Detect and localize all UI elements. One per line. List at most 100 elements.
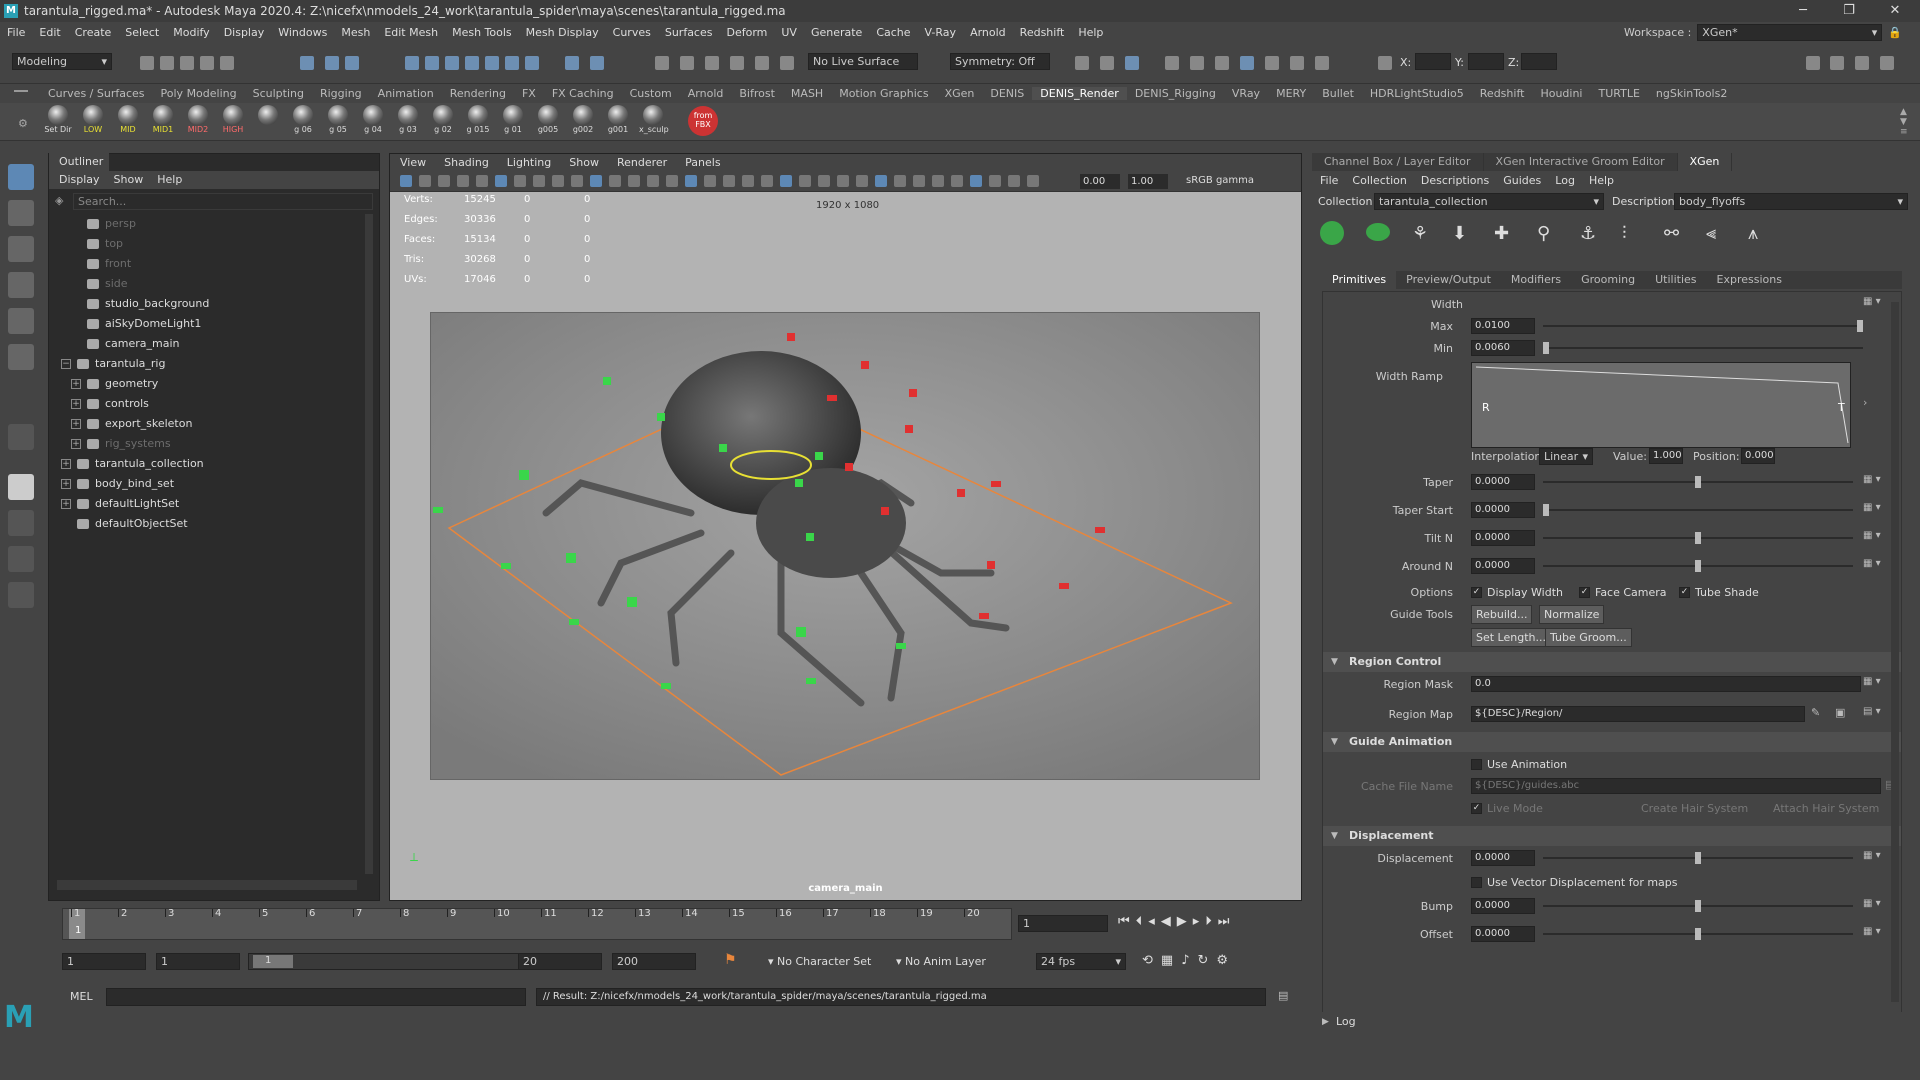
viewport-tool-icon-8[interactable] — [552, 175, 564, 187]
min-slider-knob[interactable] — [1543, 342, 1549, 354]
viewport-tool-icon-1[interactable] — [419, 175, 431, 187]
display-width-checkbox[interactable]: ✓ Display Width — [1471, 586, 1563, 599]
shelf-tab-motion-graphics[interactable]: Motion Graphics — [831, 87, 936, 100]
outliner-item-side[interactable]: side — [71, 274, 128, 294]
menu-cache[interactable]: Cache — [869, 26, 917, 39]
playback-start-field[interactable]: 1 — [156, 953, 240, 970]
menu-create[interactable]: Create — [68, 26, 119, 39]
taper-start-field[interactable]: 0.0000 — [1471, 502, 1535, 518]
shelf-tab-fx[interactable]: FX — [514, 87, 544, 100]
viewport-tool-icon-7[interactable] — [533, 175, 545, 187]
viewport-menu-show[interactable]: Show — [569, 154, 599, 172]
render-view-icon[interactable] — [1165, 56, 1179, 70]
rebuild-button[interactable]: Rebuild... — [1471, 605, 1533, 624]
use-vector-displacement-checkbox[interactable]: Use Vector Displacement for maps — [1471, 876, 1678, 889]
taper-slider-knob[interactable] — [1695, 476, 1701, 488]
shelf-button-g-03[interactable]: g 03 — [394, 105, 422, 139]
viewport-tool-icon-12[interactable] — [628, 175, 640, 187]
outliner-scrollbar[interactable] — [365, 214, 373, 874]
fbx-import-icon[interactable]: from FBX — [688, 106, 718, 136]
paint-brush-icon[interactable]: ✎ — [1811, 706, 1820, 719]
outliner-menu-display[interactable]: Display — [59, 171, 100, 189]
ramp-value-field[interactable]: 1.000 — [1649, 448, 1683, 464]
shelf-button-g-02[interactable]: g 02 — [429, 105, 457, 139]
shelf-tab-xgen[interactable]: XGen — [937, 87, 983, 100]
menu-curves[interactable]: Curves — [606, 26, 658, 39]
flip-guide-icon[interactable]: ⚲ — [1537, 223, 1550, 244]
loop-icon[interactable]: ⟲ — [1142, 953, 1161, 968]
tube-shade-checkbox[interactable]: ✓ Tube Shade — [1679, 586, 1759, 599]
subtab-expressions[interactable]: Expressions — [1707, 271, 1792, 289]
offset-field[interactable]: 0.0000 — [1471, 926, 1535, 942]
menu-select[interactable]: Select — [118, 26, 166, 39]
viewport-tool-icon-19[interactable] — [761, 175, 773, 187]
outliner-item-export-skeleton[interactable]: + export_skeleton — [71, 414, 192, 434]
vray-icon[interactable] — [1265, 56, 1279, 70]
ipr-icon[interactable] — [705, 56, 719, 70]
sync-icon[interactable]: ↻ — [1198, 953, 1217, 968]
displacement-slider[interactable] — [1543, 852, 1853, 864]
viewport-tool-icon-25[interactable] — [875, 175, 887, 187]
select-object-icon[interactable] — [325, 56, 339, 70]
attribute-editor-icon[interactable] — [1830, 56, 1844, 70]
shelf-tab-mash[interactable]: MASH — [783, 87, 831, 100]
outliner-search-input[interactable]: Search... — [73, 193, 373, 210]
step-back-key-icon[interactable]: ⏴ — [1136, 914, 1149, 929]
render-icon[interactable] — [680, 56, 694, 70]
outliner-item-studio-background[interactable]: studio_background — [71, 294, 209, 314]
viewport-menu-lighting[interactable]: Lighting — [507, 154, 551, 172]
around-slider-knob[interactable] — [1695, 560, 1701, 572]
bump-slider[interactable] — [1543, 900, 1853, 912]
rotate-tool-icon[interactable] — [8, 308, 34, 334]
taper-slider[interactable] — [1543, 476, 1853, 488]
set-length-button[interactable]: Set Length... — [1471, 628, 1551, 647]
range-slider-bar[interactable]: 1 — [248, 953, 548, 970]
preferences-icon[interactable]: ⚙ — [1216, 953, 1236, 968]
play-forward-icon[interactable]: ▶ — [1177, 914, 1193, 929]
offset-slider[interactable] — [1543, 928, 1853, 940]
new-scene-icon[interactable] — [140, 56, 154, 70]
menu-mesh[interactable]: Mesh — [334, 26, 377, 39]
taper-start-expression-icon[interactable]: ▦ ▾ — [1863, 502, 1881, 513]
lasso-tool-icon[interactable] — [8, 200, 34, 226]
current-time-field[interactable]: 1 — [1018, 915, 1108, 932]
shelf-tab-animation[interactable]: Animation — [370, 87, 442, 100]
select-tool-icon[interactable] — [8, 164, 34, 190]
render-frame-icon[interactable] — [1190, 56, 1204, 70]
face-camera-checkbox[interactable]: ✓ Face Camera — [1579, 586, 1667, 599]
outliner-layout-icon[interactable] — [8, 582, 34, 608]
xgen-menu-guides[interactable]: Guides — [1503, 171, 1541, 191]
expand-icon[interactable]: + — [71, 439, 81, 449]
subtab-primitives[interactable]: Primitives — [1322, 271, 1397, 289]
expand-icon[interactable]: + — [71, 399, 81, 409]
viewport-tool-icon-4[interactable] — [476, 175, 488, 187]
viewport-tool-icon-23[interactable] — [837, 175, 849, 187]
menu-v-ray[interactable]: V-Ray — [918, 26, 964, 39]
outliner-item-tarantula-rig[interactable]: − tarantula_rig — [61, 354, 165, 374]
insert-guide-icon[interactable]: ✚ — [1494, 223, 1509, 244]
shelf-tab-sculpting[interactable]: Sculpting — [245, 87, 312, 100]
shelf-tab-vray[interactable]: VRay — [1224, 87, 1268, 100]
min-field[interactable]: 0.0060 — [1471, 340, 1535, 356]
menu-mesh-tools[interactable]: Mesh Tools — [445, 26, 519, 39]
scene-start-field[interactable]: 1 — [62, 953, 146, 970]
modeling-toolkit-icon[interactable] — [1806, 56, 1820, 70]
bump-field[interactable]: 0.0000 — [1471, 898, 1535, 914]
viewport-tool-icon-24[interactable] — [856, 175, 868, 187]
around-expression-icon[interactable]: ▦ ▾ — [1863, 558, 1881, 569]
shelf-tab-curves-surfaces[interactable]: Curves / Surfaces — [40, 87, 153, 100]
expand-icon[interactable]: + — [61, 479, 71, 489]
shelf-button-high[interactable]: HIGH — [219, 105, 247, 139]
workspace-dropdown[interactable]: XGen* ▾ — [1697, 24, 1883, 41]
live-mode-checkbox[interactable]: ✓ Live Mode — [1471, 802, 1543, 815]
outliner-item-camera-main[interactable]: camera_main — [71, 334, 180, 354]
interpolation-dropdown[interactable]: Linear ▾ — [1539, 448, 1593, 465]
viewport-tool-icon-21[interactable] — [799, 175, 811, 187]
paint-select-tool-icon[interactable] — [8, 236, 34, 262]
guide-bend-icon[interactable]: ⚯ — [1664, 223, 1679, 244]
offset-expression-icon[interactable]: ▦ ▾ — [1863, 926, 1881, 937]
viewport-tool-icon-3[interactable] — [457, 175, 469, 187]
single-view-icon[interactable] — [8, 424, 34, 450]
shelf-tab-turtle[interactable]: TURTLE — [1590, 87, 1647, 100]
xgen-menu-descriptions[interactable]: Descriptions — [1421, 171, 1489, 191]
